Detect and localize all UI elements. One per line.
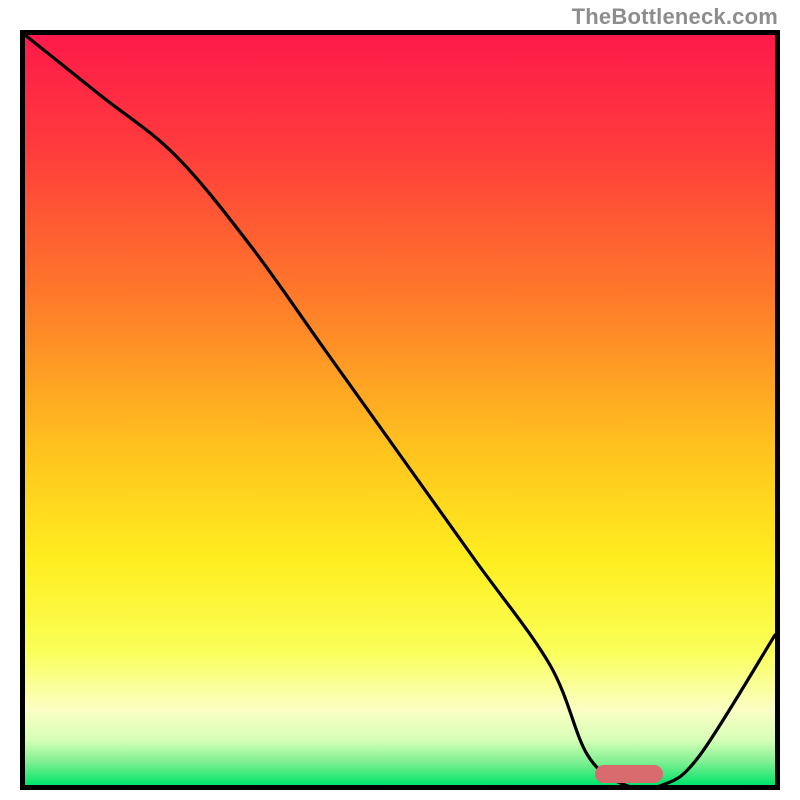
optimal-range-marker	[595, 765, 663, 783]
watermark-label: TheBottleneck.com	[572, 4, 778, 30]
plot-frame	[20, 30, 780, 790]
curve	[25, 35, 775, 785]
bottleneck-chart: TheBottleneck.com	[0, 0, 800, 800]
